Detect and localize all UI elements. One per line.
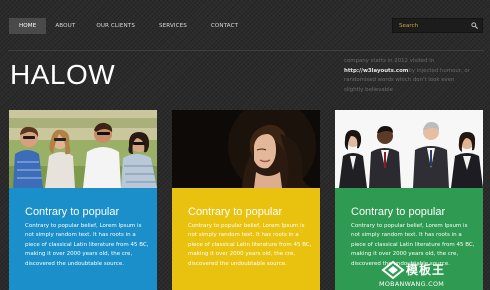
nav-services[interactable]: SERVICES: [147, 18, 199, 34]
intro-text: company starts in 2012 visited in http:/…: [344, 57, 472, 95]
business-team-photo: [335, 110, 483, 188]
nav-our-clients[interactable]: OUR CLIENTS: [87, 18, 147, 34]
woman-portrait-photo: [172, 110, 320, 188]
card-friends: Contrary to popular Contrary to popular …: [9, 110, 157, 290]
search-box: [392, 18, 483, 33]
watermark-text: 模板王: [406, 263, 446, 277]
watermark-logo-icon: [381, 260, 405, 280]
magnifier-icon[interactable]: [471, 22, 478, 29]
card-title[interactable]: Contrary to popular: [351, 206, 445, 219]
card-title[interactable]: Contrary to popular: [25, 206, 119, 219]
site-logo[interactable]: HALOW: [10, 58, 115, 92]
intro-before: company starts in 2012 visited in: [344, 58, 435, 64]
search-input[interactable]: [393, 19, 471, 32]
nav-about[interactable]: ABOUT: [46, 18, 87, 34]
header-divider: [8, 50, 484, 51]
friends-photo: [9, 110, 157, 188]
nav-home[interactable]: HOME: [9, 18, 47, 34]
watermark-url: MOBANWANG.COM: [379, 280, 445, 288]
intro-url-link[interactable]: http://w3layouts.com: [344, 68, 408, 74]
nav-contact[interactable]: CONTACT: [199, 18, 248, 34]
card-text: Contrary to popular belief, Lorem Ipsum …: [188, 223, 312, 267]
watermark: 模板王 MOBANWANG.COM: [378, 258, 490, 290]
card-portrait: Contrary to popular Contrary to popular …: [172, 110, 320, 290]
main-nav: HOME ABOUT OUR CLIENTS SERVICES CONTACT: [9, 18, 248, 34]
card-text: Contrary to popular belief, Lorem Ipsum …: [25, 223, 149, 267]
card-title[interactable]: Contrary to popular: [188, 206, 282, 219]
